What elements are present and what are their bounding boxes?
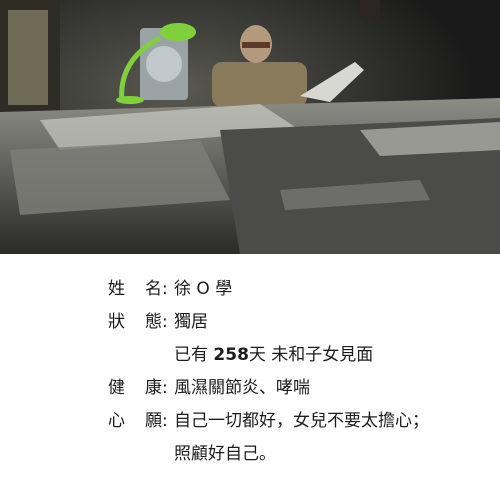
status-value: 獨居: [174, 312, 208, 332]
name-colon: :: [162, 279, 168, 299]
window-pane: [8, 10, 48, 105]
health-label: 健 康: [108, 378, 162, 398]
status-detail-days: 258: [213, 345, 249, 365]
wish-colon: :: [162, 411, 168, 431]
lamp-shade: [160, 23, 196, 41]
name-value: 徐 O 學: [174, 279, 233, 299]
lamp-base: [116, 96, 144, 104]
wall-picture: [360, 0, 380, 18]
status-label: 狀 態: [108, 312, 162, 332]
health-colon: :: [162, 378, 168, 398]
wish-line-2: 照顧好自己。: [174, 444, 276, 464]
health-row: 健 康 : 風濕關節炎、哮喘: [0, 373, 500, 403]
status-colon: :: [162, 312, 168, 332]
photo-scene: [0, 0, 500, 254]
wish-label: 心 願: [108, 411, 162, 431]
status-detail-prefix: 已有: [174, 345, 214, 365]
man-shoulders: [212, 62, 307, 107]
status-detail: 已有 258天 未和子女見面: [174, 340, 373, 370]
fan-blade: [146, 46, 182, 82]
profile-panel: 姓 名 : 徐 O 學 狀 態 : 獨居 已有 258天 未和子女見面 健 康 …: [0, 254, 500, 500]
status-detail-row: 已有 258天 未和子女見面: [0, 340, 500, 370]
health-value: 風濕關節炎、哮喘: [174, 378, 310, 398]
name-row: 姓 名 : 徐 O 學: [0, 274, 500, 304]
wish-row-2: 照顧好自己。: [0, 439, 500, 469]
wish-line-1: 自己一切都好，女兒不要太擔心；: [174, 411, 429, 431]
name-label: 姓 名: [108, 279, 162, 299]
glasses: [242, 42, 270, 48]
wish-row: 心 願 : 自己一切都好，女兒不要太擔心；: [0, 406, 500, 436]
status-row: 狀 態 : 獨居: [0, 307, 500, 337]
photo-elderly-man-reading: [0, 0, 500, 254]
status-detail-suffix: 天 未和子女見面: [248, 345, 374, 365]
